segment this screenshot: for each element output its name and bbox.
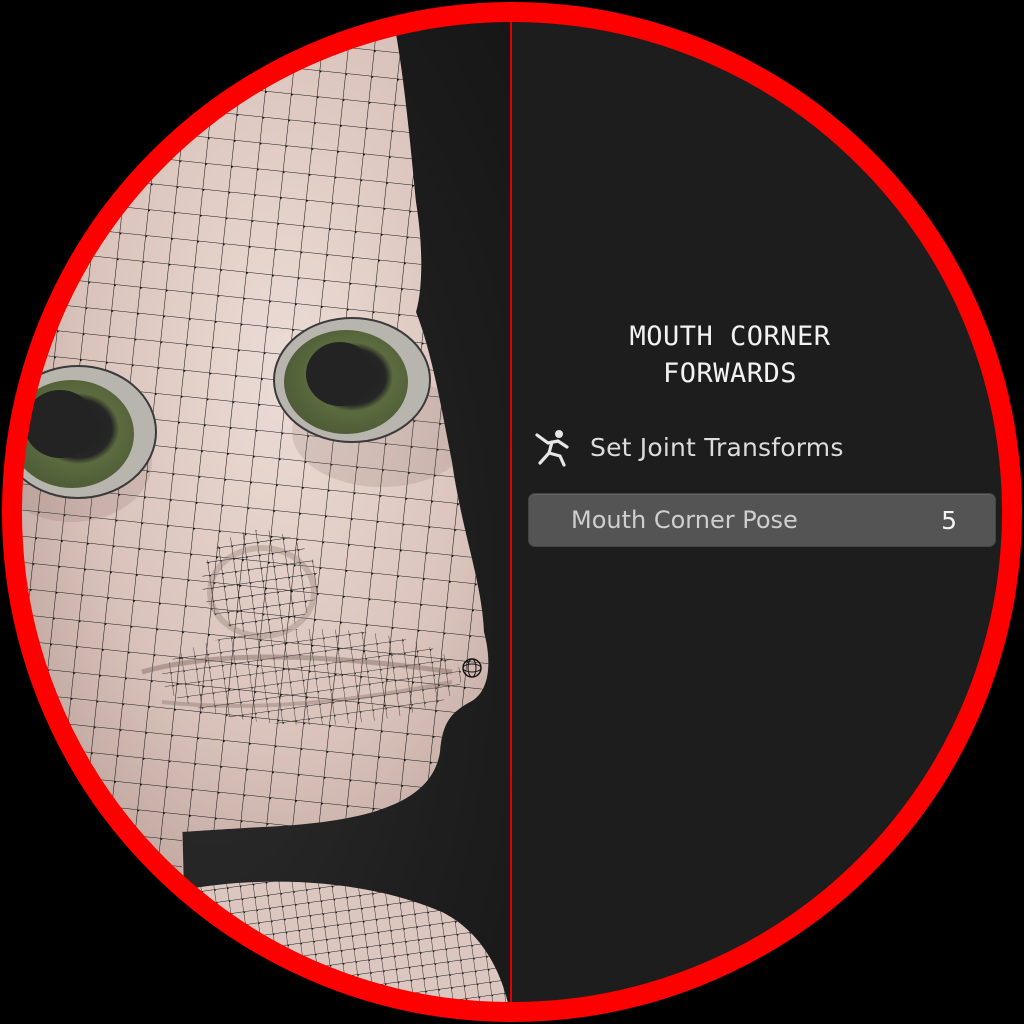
field-value[interactable]: 5 [941, 506, 957, 535]
face-mesh-render [12, 12, 510, 1012]
3d-viewport[interactable] [12, 12, 510, 1012]
pose-title-line2: FORWARDS [662, 358, 798, 389]
pose-title-line1: MOUTH CORNER [629, 321, 831, 352]
set-joint-transforms-operator[interactable]: Set Joint Transforms [530, 424, 890, 470]
eye-left [12, 365, 157, 499]
mouth-corner-pose-field[interactable]: Mouth Corner Pose 5 [528, 493, 996, 547]
eye-right [273, 317, 431, 443]
operator-label: Set Joint Transforms [590, 432, 844, 462]
armature-pose-icon [530, 425, 574, 469]
pose-title: MOUTH CORNER FORWARDS [560, 318, 900, 392]
field-label: Mouth Corner Pose [571, 506, 798, 534]
stage: MOUTH CORNER FORWARDS Set Joint Transfor… [0, 0, 1024, 1024]
